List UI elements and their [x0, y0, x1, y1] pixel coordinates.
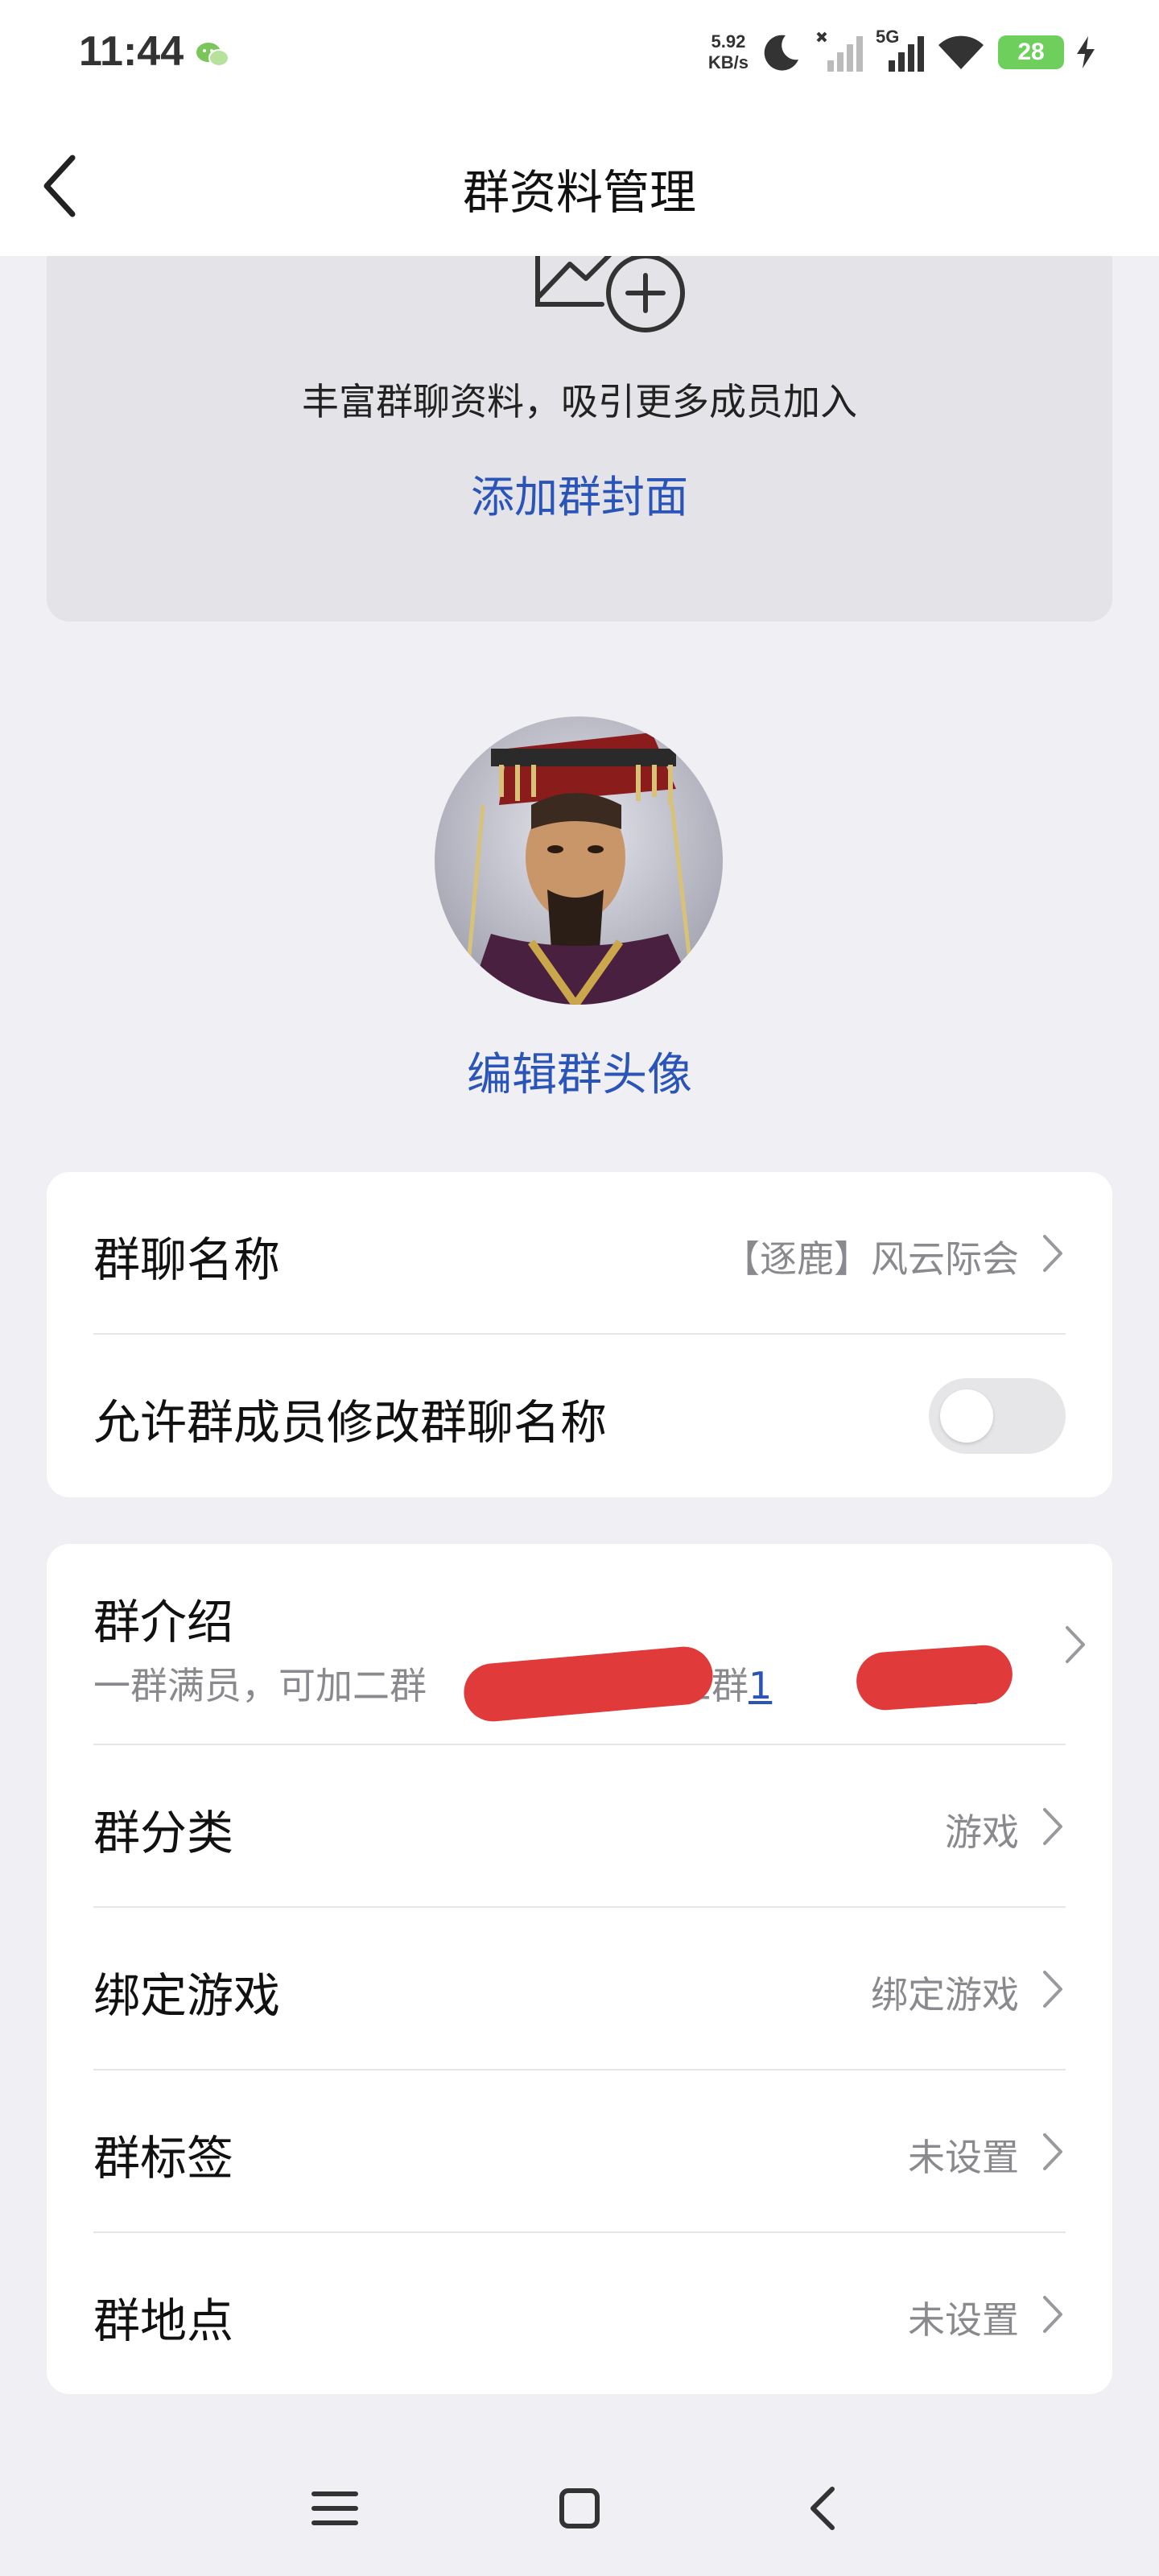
signal-no-service-icon — [816, 31, 863, 72]
signal-bars-icon — [889, 36, 924, 72]
battery-indicator: 28 — [998, 35, 1064, 69]
add-image-icon — [535, 256, 685, 332]
net-speed: 5.92 KB/s — [708, 31, 749, 73]
status-time: 11:44 — [79, 28, 184, 75]
allow-edit-name-label: 允许群成员修改群聊名称 — [93, 1395, 608, 1450]
group-location-label: 群地点 — [93, 2293, 234, 2348]
chevron-right-icon — [1043, 1971, 1062, 2008]
wechat-notification-icon — [196, 43, 229, 67]
net-speed-unit: KB/s — [707, 52, 749, 72]
group-avatar[interactable] — [435, 716, 723, 1005]
wifi-icon — [938, 35, 984, 69]
status-bar: 11:44 5.92 KB/s 5G 28 — [0, 0, 1159, 105]
group-tags-label: 群标签 — [93, 2131, 234, 2186]
group-category-row[interactable]: 群分类 游戏 — [93, 1745, 1066, 1908]
allow-edit-name-toggle[interactable] — [929, 1378, 1066, 1454]
intro-link-group3-start: 1 — [749, 1664, 773, 1707]
group-info-card: 群介绍 一群满员，可加二群4，三群143 群分类 游戏 绑定游戏 绑定游戏 — [47, 1544, 1112, 2394]
redaction-mark — [854, 1643, 1015, 1712]
group-location-value: 未设置 — [908, 2298, 1019, 2342]
chevron-right-icon — [1043, 1235, 1062, 1272]
screen: 11:44 5.92 KB/s 5G 28 群资料管理 丰富群聊资料，吸引更多成… — [0, 0, 1159, 2576]
group-name-card: 群聊名称 【逐鹿】风云际会 允许群成员修改群聊名称 — [47, 1172, 1112, 1497]
avatar-image — [435, 716, 723, 1005]
charging-icon — [1077, 36, 1095, 68]
group-name-label: 群聊名称 — [93, 1232, 281, 1287]
group-category-label: 群分类 — [93, 1806, 234, 1860]
group-name-row[interactable]: 群聊名称 【逐鹿】风云际会 — [93, 1172, 1066, 1335]
net-speed-value: 5.92 — [711, 31, 746, 52]
bind-game-value: 绑定游戏 — [871, 1973, 1019, 2017]
bind-game-label: 绑定游戏 — [93, 1968, 281, 2023]
allow-edit-name-row: 允许群成员修改群聊名称 — [93, 1335, 1066, 1497]
edit-avatar-link[interactable]: 编辑群头像 — [0, 1038, 1159, 1104]
bind-game-row[interactable]: 绑定游戏 绑定游戏 — [93, 1908, 1066, 2070]
moon-icon — [764, 35, 798, 71]
chevron-right-icon — [1043, 1808, 1062, 1845]
menu-icon[interactable] — [303, 2476, 367, 2541]
intro-prefix: 一群满员，可加二群 — [93, 1664, 427, 1707]
group-category-value: 游戏 — [945, 1810, 1019, 1854]
system-nav-bar — [0, 2447, 1159, 2576]
signal-5g: 5G — [876, 27, 924, 73]
group-location-row[interactable]: 群地点 未设置 — [93, 2233, 1066, 2394]
chevron-right-icon — [1043, 2133, 1062, 2170]
system-back-icon[interactable] — [792, 2476, 856, 2541]
chevron-right-icon — [1043, 2296, 1062, 2333]
group-intro-label: 群介绍 — [93, 1595, 234, 1649]
page-title: 群资料管理 — [462, 165, 696, 220]
group-tags-row[interactable]: 群标签 未设置 — [93, 2070, 1066, 2233]
group-intro-row[interactable]: 群介绍 一群满员，可加二群4，三群143 — [93, 1544, 1085, 1745]
home-icon[interactable] — [547, 2476, 612, 2541]
group-tags-value: 未设置 — [908, 2136, 1019, 2179]
status-icons: 5.92 KB/s 5G 28 — [708, 24, 1095, 80]
cover-description: 丰富群聊资料，吸引更多成员加入 — [302, 380, 857, 423]
group-name-value: 【逐鹿】风云际会 — [723, 1237, 1019, 1281]
chevron-right-icon — [1066, 1626, 1085, 1663]
nav-bar: 群资料管理 — [0, 105, 1159, 256]
add-cover-link[interactable]: 添加群封面 — [47, 461, 1112, 525]
group-cover-card[interactable]: 丰富群聊资料，吸引更多成员加入 添加群封面 — [47, 256, 1112, 621]
toggle-knob — [940, 1389, 993, 1443]
